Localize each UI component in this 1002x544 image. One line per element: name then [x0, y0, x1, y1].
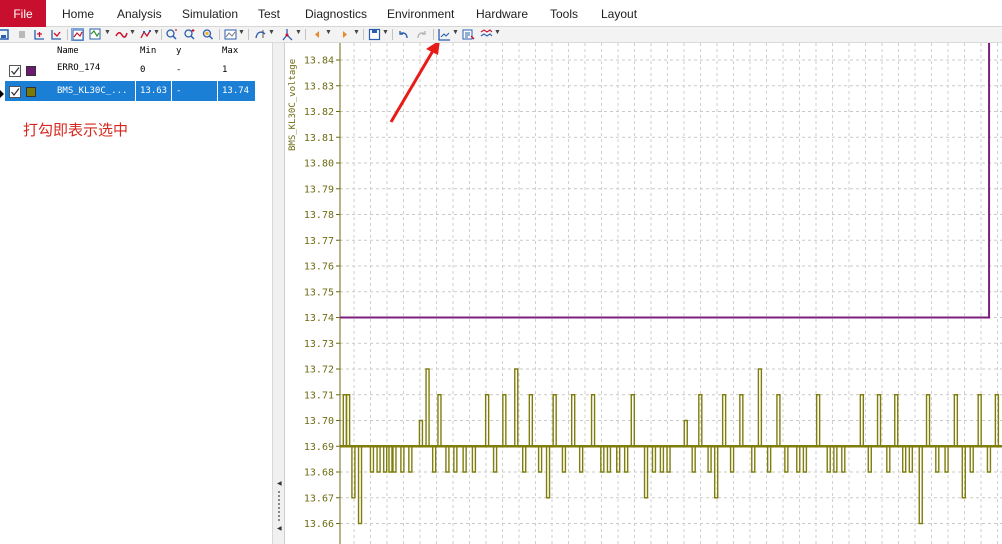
line-style-icon[interactable] [115, 28, 128, 41]
y-tick-label: 13.82 [304, 107, 334, 118]
signal-list-panel: Name Min y Max ERRO_174 0 - 1 BMS_KL30C_… [0, 43, 272, 544]
export-icon[interactable] [462, 28, 475, 41]
y-tick-label: 13.69 [304, 442, 334, 453]
y-tick-label: 13.84 [304, 56, 334, 67]
column-header-name[interactable]: Name [57, 46, 79, 56]
current-row-indicator-icon [0, 90, 4, 98]
y-tick-label: 13.72 [304, 365, 334, 376]
column-header-max[interactable]: Max [222, 46, 238, 56]
y-tick-label: 13.83 [304, 81, 334, 92]
graphics-toolbar: ▼ ▼ ▼ ▼ ▼ ▼ ▼ ▼ ▼ ▼ ▼ [0, 27, 1002, 43]
menu-home[interactable]: Home [62, 0, 94, 27]
y-tick-label: 13.80 [304, 159, 334, 170]
menu-tools[interactable]: Tools [550, 0, 578, 27]
column-header-y[interactable]: y [176, 46, 181, 56]
y-tick-label: 13.74 [304, 313, 334, 324]
zoom-in-icon[interactable] [165, 28, 178, 41]
next-icon[interactable] [338, 28, 351, 41]
y-tick-label: 13.77 [304, 236, 334, 247]
signal-color-swatch[interactable] [26, 66, 36, 76]
fit-y-icon[interactable] [50, 28, 63, 41]
stop-icon[interactable] [16, 28, 29, 41]
cursor-icon[interactable] [254, 28, 267, 41]
y-tick-label: 13.79 [304, 184, 334, 195]
signal-layout-icon[interactable] [0, 28, 10, 41]
signal-max: 13.74 [222, 86, 250, 96]
signal-checkbox[interactable] [9, 86, 21, 98]
column-header-min[interactable]: Min [140, 46, 156, 56]
collapse-arrow-icon[interactable]: ◀ [277, 480, 282, 487]
series-line-erro-174 [340, 43, 991, 319]
signal-y: - [176, 86, 182, 96]
zoom-y-icon[interactable] [33, 28, 46, 41]
signal-row-erro-174[interactable]: ERRO_174 0 - 1 [0, 60, 255, 80]
menu-environment[interactable]: Environment [387, 0, 454, 27]
signal-row-bms-kl30c-voltage[interactable]: BMS_KL30C_... 13.63 - 13.74 [5, 81, 255, 101]
y-tick-label: 13.75 [304, 287, 334, 298]
signal-name: BMS_KL30C_... [57, 86, 128, 96]
collapse-arrow-icon[interactable]: ◀ [277, 525, 282, 532]
annotation-text: 打勾即表示选中 [23, 121, 129, 139]
settings-icon[interactable] [480, 28, 493, 41]
signal-max: 1 [222, 65, 228, 75]
y-tick-label: 13.67 [304, 493, 334, 504]
menu-layout[interactable]: Layout [601, 0, 637, 27]
y-tick-label: 13.71 [304, 390, 334, 401]
y-tick-label: 13.68 [304, 468, 334, 479]
y-axis: 13.84 13.83 13.82 13.81 13.80 13.79 13.78 13.77… [304, 43, 341, 544]
svg-text:BMS_KL30C_voltage: BMS_KL30C_voltage [288, 59, 298, 151]
signal-min: 0 [140, 65, 146, 75]
series-layer [340, 43, 1002, 525]
signal-checkbox[interactable] [9, 65, 21, 77]
prev-icon[interactable] [311, 28, 324, 41]
measure-icon[interactable] [281, 28, 294, 41]
menu-test[interactable]: Test [258, 0, 280, 27]
marker-icon[interactable] [139, 28, 152, 41]
y-tick-label: 13.70 [304, 416, 334, 427]
menu-diagnostics[interactable]: Diagnostics [305, 0, 367, 27]
file-menu-button[interactable]: File [0, 0, 46, 27]
y-tick-label: 13.78 [304, 210, 334, 221]
y-tick-label: 13.81 [304, 133, 334, 144]
y-axis-label: BMS_KL30C_voltage [285, 43, 299, 166]
graphics-window[interactable]: 13.84 13.83 13.82 13.81 13.80 13.79 13.78 13.77… [285, 43, 1002, 544]
menu-simulation[interactable]: Simulation [182, 0, 238, 27]
signal-y: - [176, 65, 182, 75]
splitter-grip-icon[interactable] [278, 491, 280, 521]
chart-type-icon[interactable] [438, 28, 451, 41]
y-tick-label: 13.66 [304, 519, 334, 530]
redo-icon[interactable] [415, 28, 428, 41]
signal-list-header: Name Min y Max [0, 43, 272, 59]
screenshot-icon[interactable] [224, 28, 237, 41]
panel-splitter[interactable]: ◀ ◀ [272, 43, 285, 544]
save-icon[interactable] [368, 28, 381, 41]
signal-name: ERRO_174 [57, 63, 101, 73]
y-tick-label: 13.76 [304, 262, 334, 273]
signal-color-swatch[interactable] [26, 87, 36, 97]
signal-min: 13.63 [140, 86, 168, 96]
y-tick-label: 13.73 [304, 339, 334, 350]
zoom-out-icon[interactable] [183, 28, 196, 41]
menu-hardware[interactable]: Hardware [476, 0, 528, 27]
annotation-arrow [389, 43, 440, 123]
undo-icon[interactable] [397, 28, 410, 41]
menu-bar: File Home Analysis Simulation Test Diagn… [0, 0, 1002, 27]
scope-icon[interactable] [89, 28, 102, 41]
signal-plot[interactable]: 13.84 13.83 13.82 13.81 13.80 13.79 13.78 13.77… [285, 43, 1002, 544]
graph-mode-icon[interactable] [71, 28, 84, 41]
zoom-fit-icon[interactable] [201, 28, 214, 41]
menu-analysis[interactable]: Analysis [117, 0, 162, 27]
